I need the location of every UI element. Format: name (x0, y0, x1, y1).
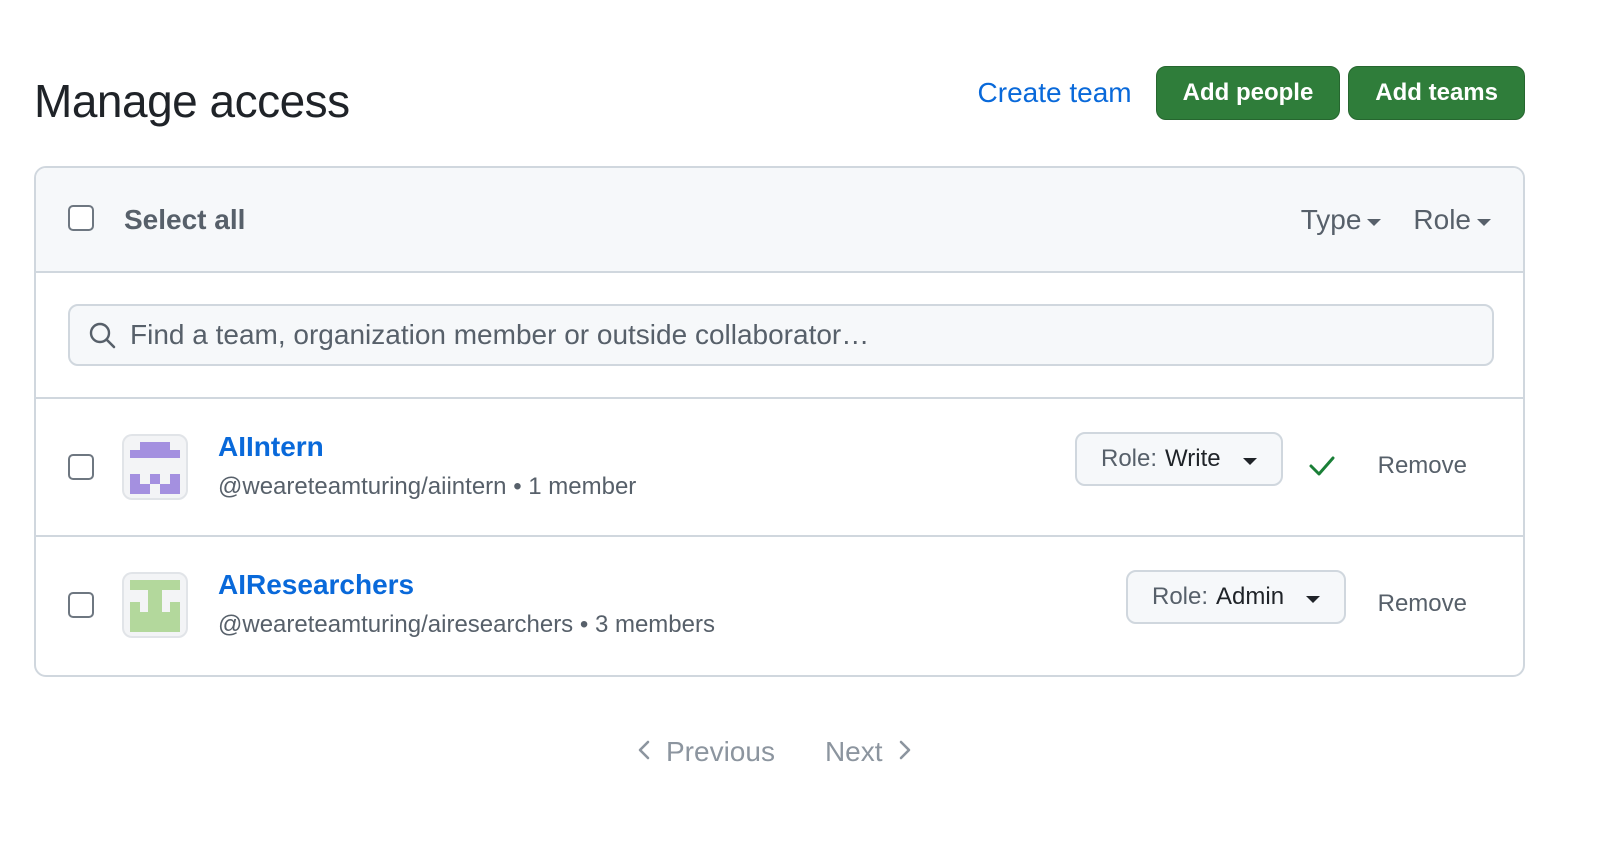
team-avatar (122, 434, 188, 500)
type-filter-label: Type (1300, 204, 1362, 235)
meta-separator: • (579, 611, 589, 638)
role-filter-dropdown[interactable]: Role (1413, 204, 1491, 236)
next-page-button[interactable]: Next (825, 736, 913, 768)
search-icon (88, 321, 118, 356)
add-people-button[interactable]: Add people (1155, 66, 1341, 120)
select-all-label: Select all (124, 204, 246, 235)
team-row-checkbox[interactable] (68, 592, 94, 618)
remove-button[interactable]: Remove (1378, 452, 1467, 480)
next-label: Next (824, 736, 883, 767)
role-value: Write (1165, 445, 1221, 472)
team-avatar (122, 572, 188, 638)
create-team-link[interactable]: Create team (978, 77, 1132, 109)
caret-down-icon (1306, 595, 1321, 603)
role-prefix: Role: (1101, 445, 1158, 472)
role-prefix: Role: (1152, 583, 1209, 610)
page-title: Manage access (34, 75, 350, 127)
select-all-checkbox[interactable] (68, 205, 94, 231)
chevron-right-icon (897, 736, 913, 768)
team-name-link[interactable]: AIIntern (218, 431, 324, 463)
add-teams-button[interactable]: Add teams (1348, 66, 1525, 120)
meta-separator: • (513, 473, 522, 500)
team-handle: @weareteamturing/aiintern (218, 473, 507, 500)
header-actions: Create team Add people Add teams (978, 66, 1525, 120)
access-list-box: Select all Type Role Find a team, organi… (34, 166, 1525, 677)
manage-access-page: Manage access Create team Add people Add… (0, 0, 1614, 866)
search-input[interactable] (130, 319, 1492, 351)
caret-down-icon (1367, 218, 1382, 226)
role-dropdown-button[interactable]: Role: Admin (1126, 570, 1347, 624)
type-filter-dropdown[interactable]: Type (1301, 204, 1382, 236)
team-meta: @weareteamturing/airesearchers • 3 membe… (218, 611, 715, 639)
role-filter-label: Role (1413, 204, 1471, 235)
role-value: Admin (1216, 583, 1285, 610)
search-row (36, 273, 1523, 399)
chevron-left-icon (636, 736, 652, 768)
team-name-link[interactable]: AIResearchers (218, 569, 414, 601)
previous-label: Previous (666, 736, 775, 767)
caret-down-icon (1242, 457, 1257, 465)
list-header: Select all Type Role (36, 168, 1523, 273)
team-row: AIIntern @weareteamturing/aiintern • 1 m… (36, 399, 1523, 537)
role-dropdown-button[interactable]: Role: Write (1075, 432, 1283, 486)
remove-button[interactable]: Remove (1378, 590, 1467, 618)
team-meta: @weareteamturing/aiintern • 1 member (218, 473, 636, 501)
previous-page-button[interactable]: Previous (636, 736, 775, 768)
pagination: Previous Next (636, 736, 913, 768)
team-member-count: 1 member (528, 473, 637, 500)
search-box[interactable] (68, 304, 1494, 366)
caret-down-icon (1477, 218, 1491, 226)
team-row-checkbox[interactable] (68, 454, 94, 480)
team-handle: @weareteamturing/airesearchers (218, 611, 574, 638)
check-icon (1308, 454, 1336, 483)
team-member-count: 3 members (594, 611, 715, 638)
team-row: AIResearchers @weareteamturing/airesearc… (36, 537, 1523, 675)
filters: Type Role (1301, 204, 1491, 236)
